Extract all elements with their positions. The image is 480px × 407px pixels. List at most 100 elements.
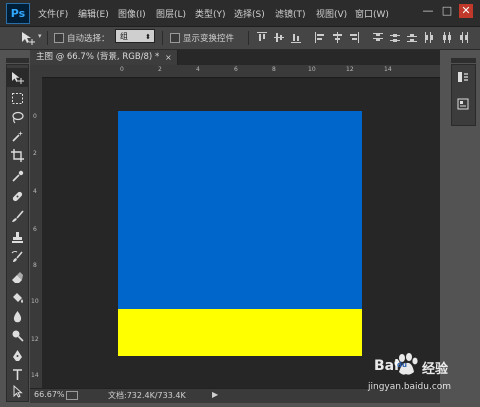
healing-brush-icon	[12, 191, 23, 202]
menu-type[interactable]: 类型(Y)	[195, 7, 226, 20]
brush-tool[interactable]	[7, 207, 28, 226]
status-info-icon[interactable]	[66, 391, 78, 400]
separator	[162, 31, 163, 45]
menu-window[interactable]: 窗口(W)	[355, 7, 389, 20]
tools-panel-header[interactable]	[6, 58, 29, 63]
separator	[47, 31, 48, 45]
auto-select-value: 组	[120, 32, 128, 41]
marquee-tool[interactable]	[7, 89, 28, 108]
ruler-label: 6	[33, 226, 37, 233]
healing-brush-tool[interactable]	[7, 187, 28, 206]
paint-bucket-tool[interactable]	[7, 288, 28, 307]
ruler-origin[interactable]	[30, 65, 42, 77]
history-brush-icon	[11, 251, 23, 262]
watermark-site-name: 经验	[422, 362, 449, 377]
status-menu-arrow[interactable]: ▶	[212, 390, 218, 399]
history-panel-icon[interactable]	[457, 71, 469, 83]
ruler-label: 8	[33, 262, 37, 269]
pen-icon	[13, 350, 22, 361]
ruler-label: 10	[31, 298, 39, 305]
watermark-paw-text: du	[397, 361, 407, 369]
separator	[248, 31, 249, 45]
menu-filter[interactable]: 滤镜(T)	[275, 7, 306, 20]
ruler-label: 14	[31, 372, 39, 379]
watermark-url: jingyan.baidu.com	[368, 382, 452, 392]
eyedropper-icon	[12, 170, 24, 182]
lasso-icon	[12, 111, 24, 124]
lasso-tool[interactable]	[7, 108, 28, 127]
panel-dock-header[interactable]	[451, 58, 476, 63]
path-selection-icon	[13, 385, 23, 398]
minimize-button[interactable]: —	[421, 4, 435, 18]
ruler-label: 8	[272, 66, 276, 73]
menu-select[interactable]: 选择(S)	[234, 7, 265, 20]
crop-icon	[11, 149, 24, 162]
distribute-bottom-icon[interactable]	[407, 32, 417, 43]
ruler-label: 6	[234, 66, 238, 73]
align-right-icon[interactable]	[349, 32, 359, 43]
ruler-label: 0	[120, 66, 124, 73]
tab-close-button[interactable]: ×	[165, 50, 172, 65]
zoom-level[interactable]: 66.67%	[34, 390, 65, 399]
ruler-label: 12	[31, 336, 39, 343]
distribute-right-icon[interactable]	[458, 32, 468, 43]
ruler-label: 2	[158, 66, 162, 73]
brush-icon	[12, 210, 24, 222]
paint-bucket-icon	[13, 293, 23, 303]
align-hcenter-icon[interactable]	[332, 32, 342, 43]
crop-tool[interactable]	[7, 146, 28, 165]
auto-select-checkbox[interactable]	[54, 33, 64, 43]
menu-file[interactable]: 文件(F)	[38, 7, 68, 20]
ps-logo: Ps	[6, 3, 30, 24]
move-tool[interactable]	[7, 68, 28, 87]
menu-image[interactable]: 图像(I)	[118, 7, 146, 20]
canvas-blue-region[interactable]	[118, 111, 362, 309]
magic-wand-icon	[12, 131, 23, 142]
document-tab[interactable]: 主图 @ 66.7% (背景, RGB/8) *	[30, 50, 178, 65]
eraser-tool[interactable]	[7, 268, 28, 287]
close-button[interactable]: ✕	[459, 4, 473, 18]
ruler-label: 2	[33, 150, 37, 157]
ruler-label: 10	[308, 66, 316, 73]
blur-tool[interactable]	[7, 307, 28, 326]
eyedropper-tool[interactable]	[7, 167, 28, 186]
align-vcenter-icon[interactable]	[274, 32, 284, 43]
auto-select-dropdown[interactable]: 组 ⬍	[115, 29, 155, 43]
align-top-icon[interactable]	[257, 32, 267, 43]
watermark-brand: Bai	[374, 358, 399, 374]
move-tool-preset-icon[interactable]	[20, 30, 36, 46]
show-transform-checkbox[interactable]	[170, 33, 180, 43]
distribute-vcenter-icon[interactable]	[390, 32, 400, 43]
preset-dropdown-icon[interactable]: ▾	[38, 32, 42, 40]
auto-select-label: 自动选择：	[67, 34, 110, 44]
align-bottom-icon[interactable]	[291, 32, 301, 43]
canvas-yellow-region[interactable]	[118, 309, 362, 356]
menu-layer[interactable]: 图层(L)	[156, 7, 186, 20]
align-left-icon[interactable]	[315, 32, 325, 43]
move-icon	[12, 72, 24, 84]
dropdown-arrow-icon: ⬍	[145, 33, 151, 41]
distribute-hcenter-icon[interactable]	[441, 32, 451, 43]
type-icon	[13, 369, 22, 380]
properties-panel-icon[interactable]	[457, 98, 469, 110]
menu-view[interactable]: 视图(V)	[316, 7, 347, 20]
dodge-tool[interactable]	[7, 326, 28, 345]
show-transform-label: 显示变换控件	[183, 34, 235, 44]
ruler-label: 14	[384, 66, 392, 73]
clone-stamp-tool[interactable]	[7, 228, 28, 247]
clone-stamp-icon	[12, 232, 23, 243]
distribute-top-icon[interactable]	[373, 32, 383, 43]
eraser-icon	[12, 272, 23, 283]
ruler-label: 4	[196, 66, 200, 73]
history-brush-tool[interactable]	[7, 248, 28, 267]
magic-wand-tool[interactable]	[7, 127, 28, 146]
document-size: 文档:732.4K/733.4K	[108, 391, 186, 400]
marquee-icon	[12, 93, 23, 104]
menu-edit[interactable]: 编辑(E)	[78, 7, 109, 20]
distribute-left-icon[interactable]	[424, 32, 434, 43]
maximize-button[interactable]: □	[440, 4, 454, 18]
path-selection-tool[interactable]	[7, 382, 28, 401]
ruler-label: 0	[33, 113, 37, 120]
ruler-label: 4	[33, 188, 37, 195]
pen-tool[interactable]	[7, 346, 28, 365]
